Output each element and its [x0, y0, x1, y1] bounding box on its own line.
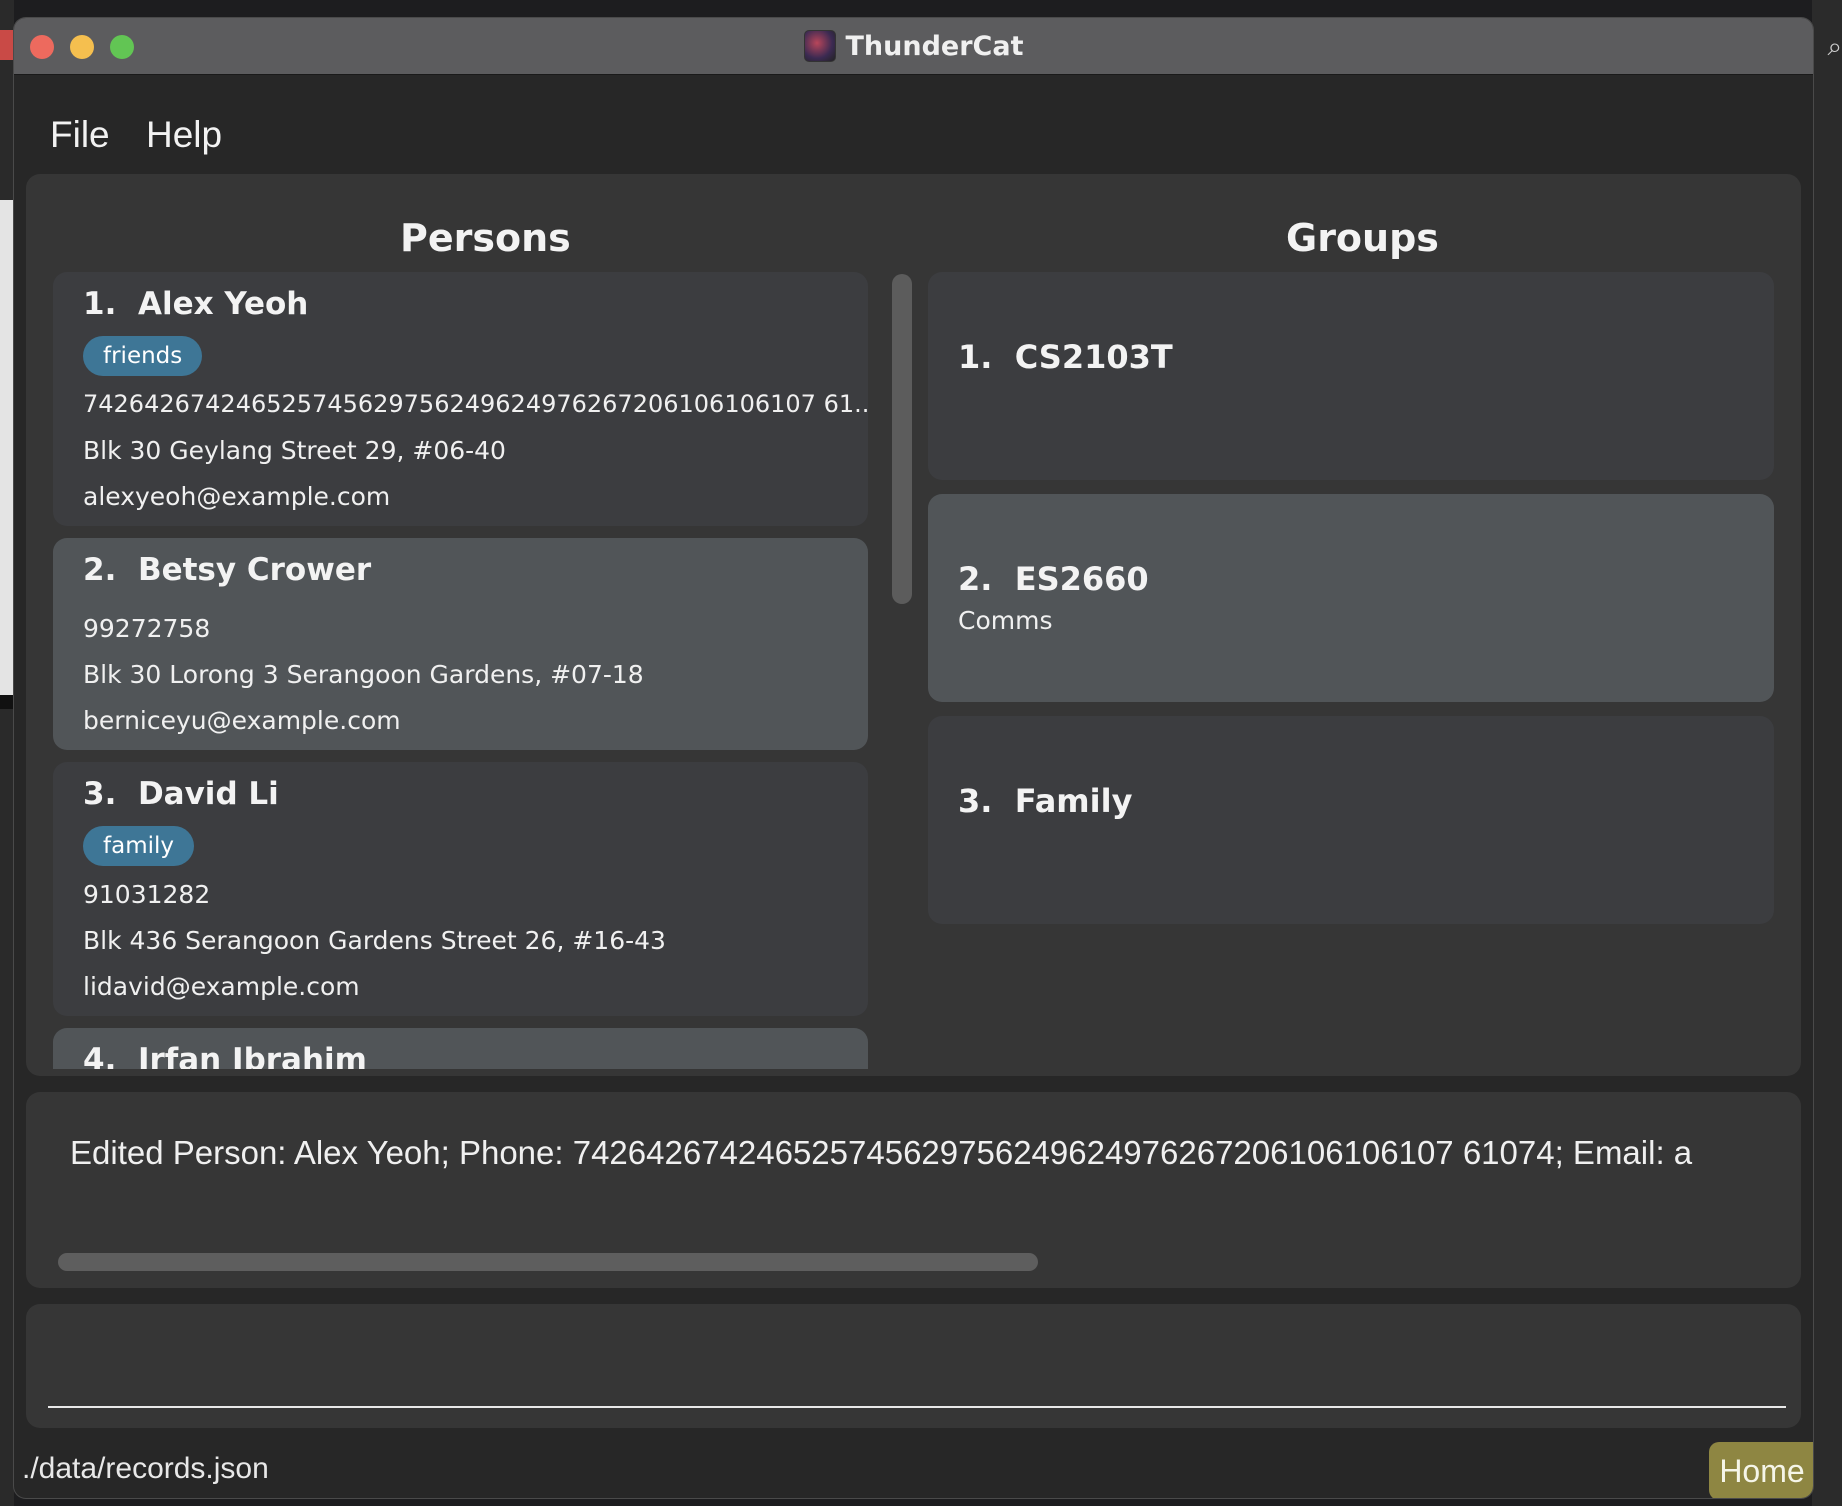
person-name-text: Irfan Ibrahim [137, 1042, 367, 1069]
group-name-text: ES2660 [1014, 560, 1149, 598]
person-name: 1. Alex Yeoh [83, 286, 308, 322]
result-message: Edited Person: Alex Yeoh; Phone: 7426426… [70, 1134, 1693, 1171]
person-address: Blk 436 Serangoon Gardens Street 26, #16… [83, 926, 666, 955]
main-panel: Persons Groups 1. Alex Yeoh friends 7426… [26, 174, 1801, 1076]
background-window-edge [0, 200, 14, 700]
window-title-group: ThunderCat [14, 18, 1813, 74]
tag-badge: friends [83, 336, 203, 376]
person-index: 3. [83, 776, 117, 812]
app-window: ThunderCat File Help Persons Groups 1. A… [14, 18, 1813, 1498]
title-bar: ThunderCat [14, 18, 1813, 75]
persons-title: Persons [400, 216, 571, 260]
group-subtitle: Comms [958, 606, 1053, 635]
groups-title: Groups [1286, 216, 1439, 260]
window-title: ThunderCat [845, 30, 1024, 62]
group-name: 1. CS2103T [958, 338, 1173, 376]
person-phone: 7426426742465257456297562496249762672061… [83, 390, 868, 418]
person-email: lidavid@example.com [83, 972, 360, 1001]
person-address: Blk 30 Geylang Street 29, #06-40 [83, 436, 506, 465]
background-window-edge-dark [0, 695, 14, 709]
search-icon: ⌕ [1827, 32, 1842, 62]
person-index: 4. [83, 1042, 117, 1069]
status-bar: ./data/records.json Home [14, 1440, 1813, 1498]
person-card[interactable]: 4. Irfan Ibrahim [53, 1028, 868, 1069]
group-name-text: CS2103T [1014, 338, 1173, 376]
group-card[interactable]: 2. ES2660 Comms [928, 494, 1774, 702]
result-display: Edited Person: Alex Yeoh; Phone: 7426426… [26, 1092, 1801, 1288]
person-index: 1. [83, 286, 117, 322]
tag-badge: family [83, 826, 194, 866]
groups-list[interactable]: 1. CS2103T 2. ES2660 Comms 3. Family [928, 272, 1774, 1072]
person-phone: 91031282 [83, 880, 211, 909]
command-box [26, 1304, 1801, 1428]
group-card[interactable]: 3. Family [928, 716, 1774, 924]
person-name: 3. David Li [83, 776, 279, 812]
app-logo-icon [803, 30, 836, 62]
persons-scrollbar[interactable] [892, 274, 912, 604]
person-name-text: David Li [137, 776, 279, 812]
person-phone: 99272758 [83, 614, 211, 643]
person-card[interactable]: 2. Betsy Crower 99272758 Blk 30 Lorong 3… [53, 538, 868, 750]
person-name-text: Betsy Crower [137, 552, 372, 588]
person-card[interactable]: 3. David Li family 91031282 Blk 436 Sera… [53, 762, 868, 1016]
group-index: 2. [958, 560, 993, 598]
persons-list[interactable]: 1. Alex Yeoh friends 7426426742465257456… [53, 272, 868, 1069]
command-input[interactable] [48, 1324, 1786, 1408]
desktop-background-right: ⌕ [1812, 0, 1842, 1506]
background-app-edge [0, 30, 14, 60]
person-name: 4. Irfan Ibrahim [83, 1042, 367, 1069]
person-address: Blk 30 Lorong 3 Serangoon Gardens, #07-1… [83, 660, 644, 689]
result-horizontal-scrollbar[interactable] [58, 1253, 1038, 1271]
person-email: alexyeoh@example.com [83, 482, 391, 511]
person-index: 2. [83, 552, 117, 588]
group-name: 3. Family [958, 782, 1132, 820]
data-file-path: ./data/records.json [22, 1452, 269, 1485]
home-button[interactable]: Home [1709, 1442, 1813, 1498]
person-card[interactable]: 1. Alex Yeoh friends 7426426742465257456… [53, 272, 868, 526]
menu-bar: File Help [14, 75, 1813, 177]
person-email: berniceyu@example.com [83, 706, 401, 735]
group-name-text: Family [1014, 782, 1133, 820]
group-index: 3. [958, 782, 993, 820]
person-name-text: Alex Yeoh [137, 286, 309, 322]
menu-file[interactable]: File [50, 114, 110, 156]
menu-help[interactable]: Help [146, 114, 222, 156]
group-index: 1. [958, 338, 993, 376]
group-card[interactable]: 1. CS2103T [928, 272, 1774, 480]
desktop-background-left [0, 0, 14, 1506]
person-name: 2. Betsy Crower [83, 552, 371, 588]
group-name: 2. ES2660 [958, 560, 1149, 598]
